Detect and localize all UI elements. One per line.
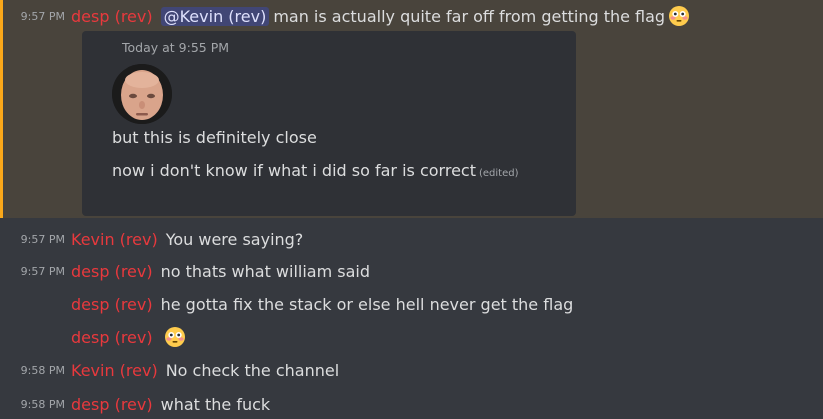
highlighted-message-block: 9:57 PM desp (rev) @Kevin (rev) man is a…	[0, 0, 823, 218]
message-timestamp: 9:58 PM	[20, 363, 65, 377]
message-row[interactable]: 9:58 PM desp (rev) what the fuck	[0, 389, 823, 419]
message-timestamp: 9:58 PM	[20, 397, 65, 411]
message-author[interactable]: desp (rev)	[71, 395, 153, 414]
message-text: You were saying?	[165, 229, 304, 249]
message-timestamp: 9:57 PM	[20, 232, 65, 246]
message-author[interactable]: desp (rev)	[71, 295, 153, 314]
message-row[interactable]: 9:58 PM Kevin (rev) No check the channel	[0, 355, 823, 385]
message-row[interactable]: 9:57 PM desp (rev) no thats what william…	[0, 256, 823, 286]
message-text: what the fuck	[160, 394, 271, 414]
message-author[interactable]: desp (rev)	[71, 328, 153, 347]
message-row[interactable]: 9:57 PM desp (rev) @Kevin (rev) man is a…	[0, 1, 823, 31]
message-text: he gotta fix the stack or else hell neve…	[160, 294, 574, 314]
message-row[interactable]: desp (rev)	[0, 322, 823, 352]
message-author[interactable]: Kevin (rev)	[71, 361, 158, 380]
avatar-face-image	[112, 64, 172, 124]
message-row[interactable]: 9:57 PM Kevin (rev) You were saying?	[0, 224, 823, 254]
quoted-timestamp: Today at 9:55 PM	[122, 40, 230, 55]
message-author[interactable]: desp (rev)	[71, 262, 153, 281]
user-mention[interactable]: @Kevin (rev)	[160, 6, 270, 26]
quoted-line-2: now i don't know if what i did so far is…	[112, 161, 519, 180]
message-timestamp: 9:57 PM	[20, 264, 65, 278]
message-timestamp: 9:57 PM	[20, 9, 65, 23]
quoted-line-1: but this is definitely close	[112, 128, 317, 147]
mention-highlight-bar	[0, 0, 3, 218]
message-text: No check the channel	[165, 360, 340, 380]
edited-label: (edited)	[478, 168, 519, 179]
avatar[interactable]	[112, 64, 172, 124]
message-text: no thats what william said	[160, 261, 371, 281]
message-row[interactable]: desp (rev) he gotta fix the stack or els…	[0, 289, 823, 319]
quoted-line-2-text: now i don't know if what i did so far is…	[112, 161, 476, 180]
message-author[interactable]: desp (rev)	[71, 7, 153, 26]
flushed-emoji-icon	[164, 327, 185, 347]
quoted-message-card[interactable]: Today at 9:55 PM but this is definitely …	[82, 31, 576, 216]
flushed-emoji-icon	[669, 6, 690, 26]
message-author[interactable]: Kevin (rev)	[71, 230, 158, 249]
message-text: man is actually quite far off from getti…	[273, 6, 666, 26]
